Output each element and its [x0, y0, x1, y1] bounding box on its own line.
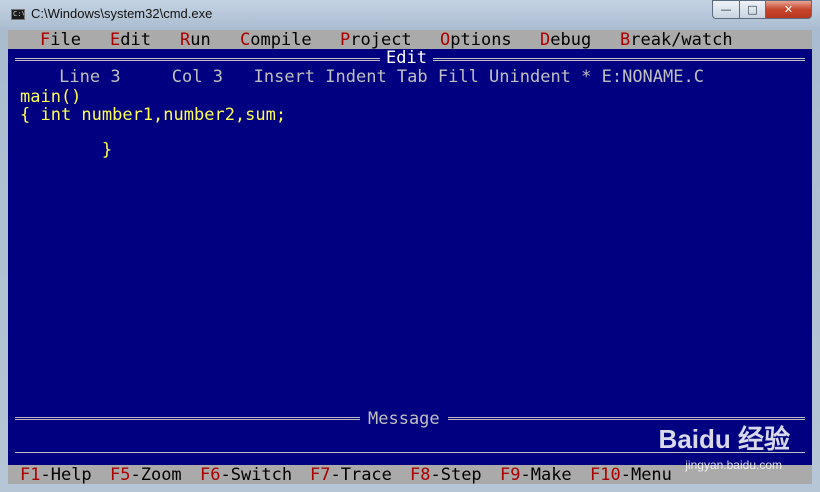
- menu-edit[interactable]: Edit: [110, 31, 151, 49]
- edit-window-title: Edit: [380, 49, 433, 67]
- window-title: C:\Windows\system32\cmd.exe: [31, 6, 213, 21]
- cmd-icon: C:\: [11, 9, 25, 20]
- menu-file[interactable]: File: [40, 31, 81, 49]
- fkey-menu[interactable]: F10-Menu: [590, 466, 672, 484]
- baidu-watermark: Baidu 经验: [658, 424, 790, 454]
- menu-bar: File Edit Run Compile Project Options De…: [8, 30, 812, 49]
- baidu-watermark-url: jingyan.baidu.com: [685, 458, 782, 472]
- fkey-trace[interactable]: F7-Trace: [310, 466, 392, 484]
- code-line[interactable]: { int number1,number2,sum;: [20, 106, 286, 124]
- message-window-title: Message: [360, 410, 448, 428]
- menu-run[interactable]: Run: [180, 31, 211, 49]
- menu-project[interactable]: Project: [340, 31, 412, 49]
- fkey-zoom[interactable]: F5-Zoom: [110, 466, 182, 484]
- fkey-switch[interactable]: F6-Switch: [200, 466, 292, 484]
- console-area[interactable]: File Edit Run Compile Project Options De…: [8, 30, 812, 484]
- close-button[interactable]: ✕: [765, 0, 812, 19]
- title-bar[interactable]: C:\ C:\Windows\system32\cmd.exe — □ ✕: [0, 0, 820, 30]
- menu-compile[interactable]: Compile: [240, 31, 312, 49]
- code-line[interactable]: }: [20, 141, 112, 159]
- fkey-make[interactable]: F9-Make: [500, 466, 572, 484]
- minimize-button[interactable]: —: [712, 0, 739, 19]
- menu-break-watch[interactable]: Break/watch: [620, 31, 733, 49]
- console-window: C:\ C:\Windows\system32\cmd.exe — □ ✕ Fi…: [0, 0, 820, 492]
- fkey-step[interactable]: F8-Step: [410, 466, 482, 484]
- menu-debug[interactable]: Debug: [540, 31, 591, 49]
- editor-status-line: Line 3 Col 3 Insert Indent Tab Fill Unin…: [8, 67, 704, 87]
- code-line[interactable]: main(): [20, 88, 81, 106]
- menu-options[interactable]: Options: [440, 31, 512, 49]
- fkey-help[interactable]: F1-Help: [20, 466, 92, 484]
- maximize-button[interactable]: □: [739, 0, 765, 19]
